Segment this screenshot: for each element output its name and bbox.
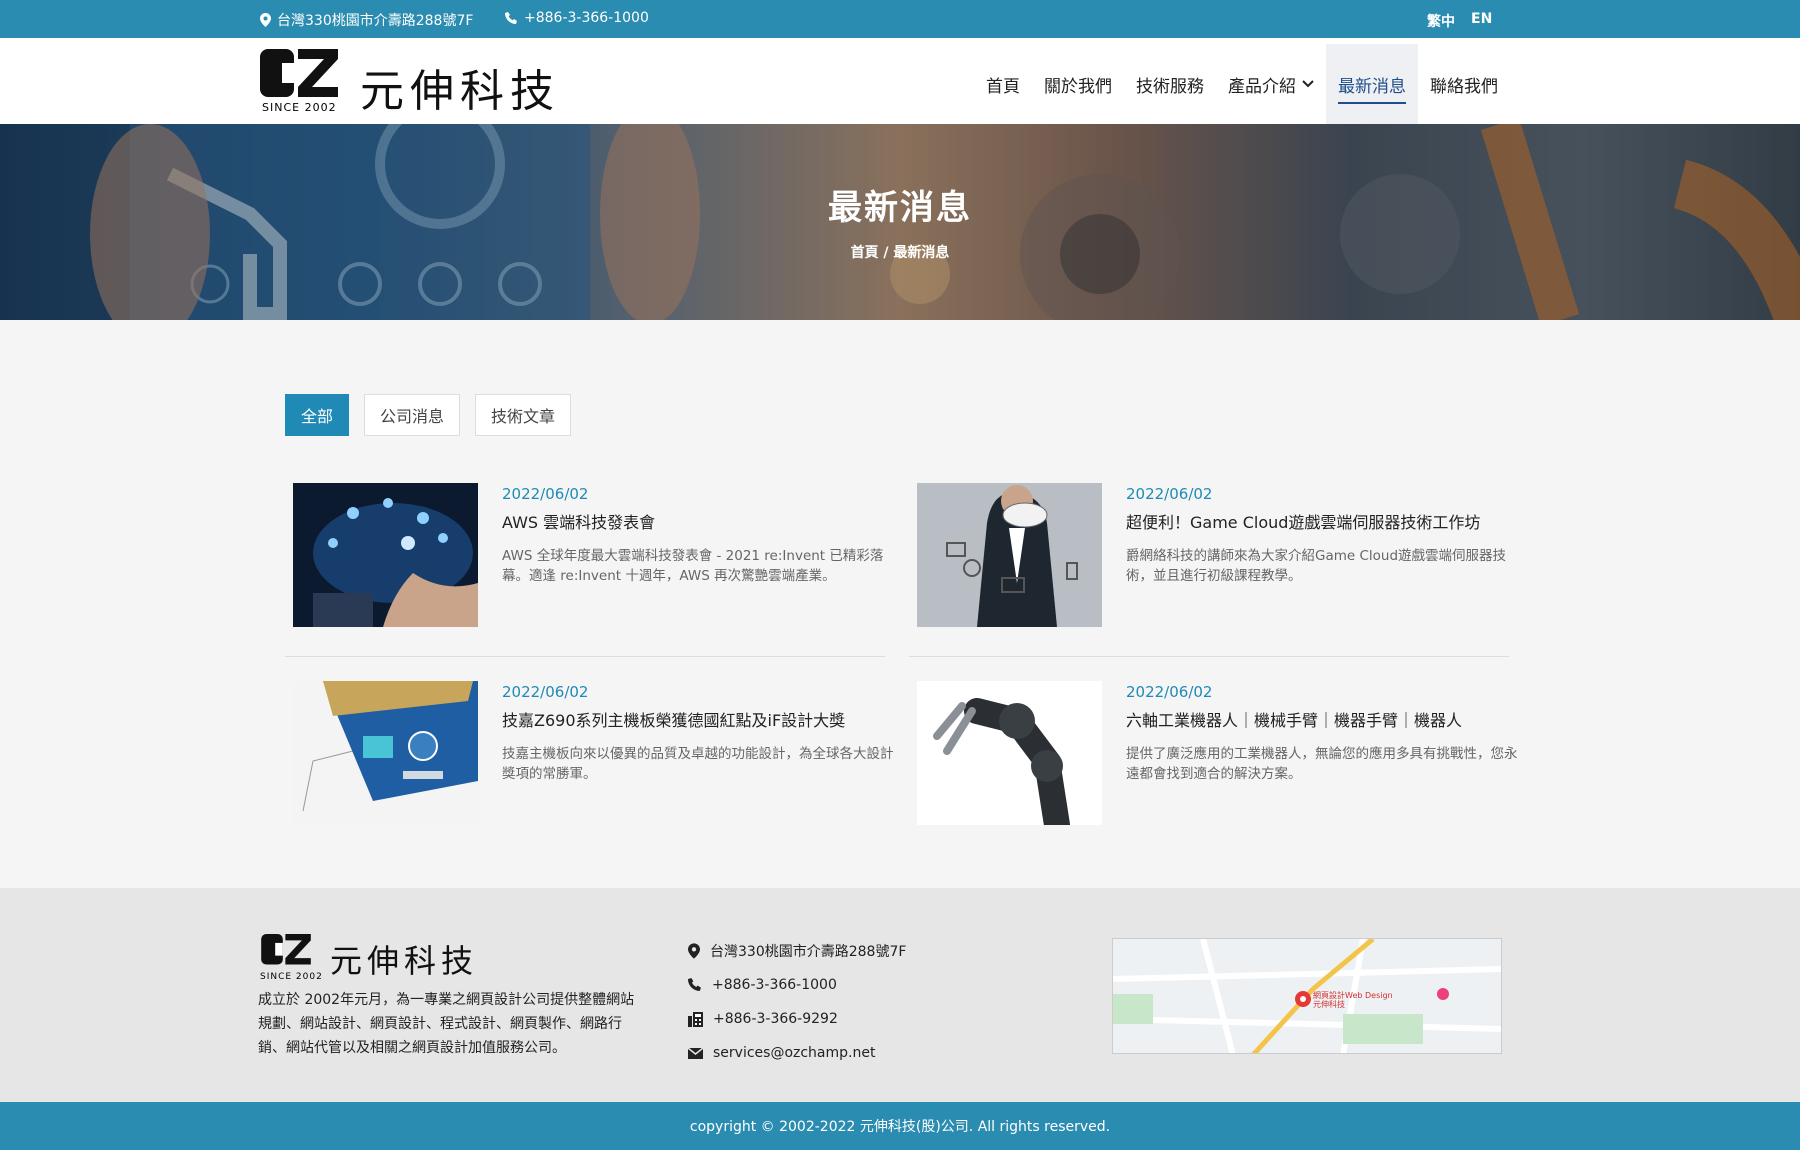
news-thumbnail-image[interactable]: [917, 681, 1102, 825]
news-thumbnail-image[interactable]: [917, 483, 1102, 627]
nav-item-services[interactable]: 技術服務: [1124, 44, 1216, 124]
footer-email-text: services@ozchamp.net: [713, 1045, 876, 1061]
footer-fax-text: +886-3-366-9292: [713, 1011, 838, 1027]
footer-logo-name: 元伸科技: [330, 942, 479, 980]
nav-item-products[interactable]: 產品介紹: [1216, 44, 1326, 124]
copyright-bar: copyright © 2002-2022 元伸科技(股)公司. All rig…: [0, 1102, 1800, 1150]
footer-contact-list: 台灣330桃園市介壽路288號7F +886-3-366-1000 +886-3…: [688, 934, 906, 1070]
page-title: 最新消息: [828, 188, 972, 228]
topbar-address: 台灣330桃園市介壽路288號7F: [260, 10, 473, 30]
footer-address-text: 台灣330桃園市介壽路288號7F: [710, 944, 907, 960]
copyright-text: copyright © 2002-2022 元伸科技(股)公司. All rig…: [689, 1119, 1111, 1135]
breadcrumb[interactable]: 首頁 / 最新消息: [0, 242, 1800, 262]
nav-item-news[interactable]: 最新消息: [1326, 44, 1418, 124]
logo-since-text: SINCE 2002: [262, 101, 337, 114]
news-item[interactable]: 2022/06/02 超便利！Game Cloud遊戲雲端伺服器技術工作坊 爵網…: [909, 480, 1509, 660]
topbar-address-text: 台灣330桃園市介壽路288號7F: [277, 13, 474, 29]
filter-company-button[interactable]: 公司消息: [364, 394, 461, 436]
news-title[interactable]: 技嘉Z690系列主機板榮獲德國紅點及iF設計大獎: [502, 707, 845, 731]
footer-phone[interactable]: +886-3-366-1000: [688, 968, 906, 1002]
map-marker-icon: [688, 943, 700, 959]
envelope-icon: [688, 1047, 703, 1059]
footer-fax: +886-3-366-9292: [688, 1002, 906, 1036]
main-nav: 首頁 關於我們 技術服務 產品介紹 最新消息 聯絡我們: [974, 44, 1510, 124]
footer-description: 成立於 2002年元月，為一專業之網頁設計公司提供整體網站規劃、網站設計、網頁設…: [258, 992, 635, 1056]
footer-logo-since: SINCE 2002: [260, 972, 323, 982]
news-date: 2022/06/02: [502, 485, 589, 503]
footer-email[interactable]: services@ozchamp.net: [688, 1036, 906, 1070]
chevron-down-icon: [1302, 80, 1314, 88]
site-logo[interactable]: SINCE 2002 元伸科技: [260, 49, 580, 117]
fax-icon: [688, 1011, 703, 1027]
news-divider: [909, 656, 1509, 657]
footer-map[interactable]: 網頁設計Web Design 元伸科技: [1112, 938, 1502, 1054]
topbar-phone[interactable]: +886-3-366-1000: [505, 10, 649, 26]
nav-item-contact[interactable]: 聯絡我們: [1418, 44, 1510, 124]
footer-address: 台灣330桃園市介壽路288號7F: [688, 934, 906, 968]
filter-tech-button[interactable]: 技術文章: [475, 394, 572, 436]
logo-mark-icon: [261, 934, 311, 965]
map-pin-label: 網頁設計Web Design 元伸科技: [1313, 991, 1393, 1009]
news-thumbnail-image[interactable]: [293, 483, 478, 627]
news-filter-tabs: 全部 公司消息 技術文章: [285, 394, 572, 436]
top-info-bar: 台灣330桃園市介壽路288號7F +886-3-366-1000 繁中 EN: [0, 0, 1800, 38]
page-banner: 最新消息 首頁 / 最新消息: [0, 124, 1800, 320]
news-title[interactable]: 六軸工業機器人｜機械手臂｜機器手臂｜機器人: [1126, 707, 1462, 731]
news-date: 2022/06/02: [1126, 683, 1213, 701]
lang-zh-link[interactable]: 繁中: [1427, 11, 1455, 31]
news-title[interactable]: 超便利！Game Cloud遊戲雲端伺服器技術工作坊: [1126, 509, 1480, 533]
site-header: SINCE 2002 元伸科技 首頁 關於我們 技術服務 產品介紹 最新消息 聯…: [0, 38, 1800, 124]
news-description: AWS 全球年度最大雲端科技發表會 - 2021 re:Invent 已精彩落幕…: [502, 548, 884, 584]
footer-phone-text: +886-3-366-1000: [712, 977, 837, 993]
news-description: 爵網絡科技的講師來為大家介紹Game Cloud遊戲雲端伺服器技術，並且進行初級…: [1126, 548, 1507, 584]
news-description: 提供了廣泛應用的工業機器人，無論您的應用多具有挑戰性，您永遠都會找到適合的解決方…: [1126, 746, 1518, 782]
nav-item-about[interactable]: 關於我們: [1032, 44, 1124, 124]
nav-item-products-label: 產品介紹: [1228, 76, 1296, 97]
news-title[interactable]: AWS 雲端科技發表會: [502, 509, 655, 533]
footer-logo[interactable]: SINCE 2002 元伸科技: [258, 934, 508, 982]
phone-icon: [688, 978, 701, 991]
news-description: 技嘉主機板向來以優異的品質及卓越的功能設計，為全球各大設計獎項的常勝軍。: [502, 746, 894, 782]
nav-item-home[interactable]: 首頁: [974, 44, 1032, 124]
phone-icon: [505, 11, 517, 24]
map-marker-icon: [260, 13, 271, 27]
news-date: 2022/06/02: [1126, 485, 1213, 503]
news-item[interactable]: 2022/06/02 AWS 雲端科技發表會 AWS 全球年度最大雲端科技發表會…: [285, 480, 885, 660]
news-item[interactable]: 2022/06/02 六軸工業機器人｜機械手臂｜機器手臂｜機器人 提供了廣泛應用…: [909, 678, 1518, 858]
site-footer: SINCE 2002 元伸科技 成立於 2002年元月，為一專業之網頁設計公司提…: [0, 888, 1800, 1102]
logo-name-text: 元伸科技: [360, 66, 560, 117]
news-item[interactable]: 2022/06/02 技嘉Z690系列主機板榮獲德國紅點及iF設計大獎 技嘉主機…: [285, 678, 894, 858]
topbar-phone-text: +886-3-366-1000: [524, 10, 649, 26]
filter-all-button[interactable]: 全部: [285, 394, 350, 436]
lang-en-link[interactable]: EN: [1471, 11, 1492, 27]
news-date: 2022/06/02: [502, 683, 589, 701]
news-thumbnail-image[interactable]: [293, 681, 478, 825]
news-divider: [285, 656, 885, 657]
